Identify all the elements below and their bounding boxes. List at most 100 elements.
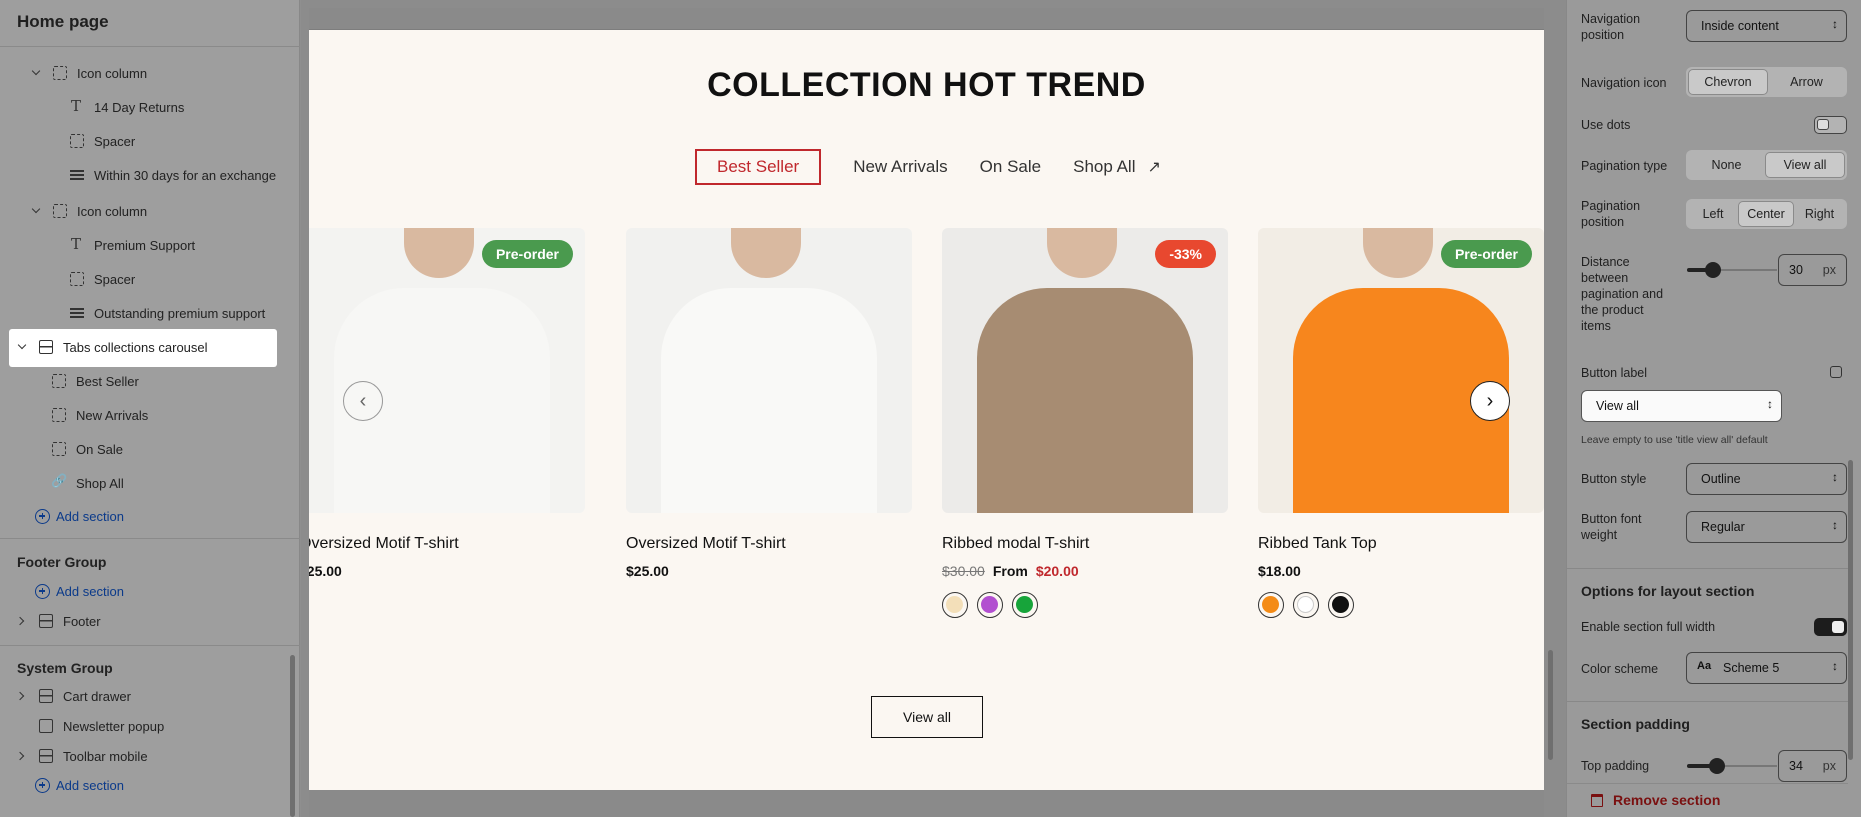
product-image[interactable] — [626, 228, 912, 513]
navigation-icon-segment: Chevron Arrow — [1686, 67, 1847, 97]
sidebar-item-spacer[interactable]: Spacer — [70, 269, 135, 289]
button-label-value: View all — [1596, 399, 1639, 413]
sidebar-item-best-seller[interactable]: Best Seller — [52, 371, 139, 391]
plus-circle-icon — [35, 583, 50, 599]
product-card[interactable]: Pre-order Ribbed Tank Top $18.00 — [1258, 228, 1544, 618]
sidebar-item-icon-column[interactable]: Icon column — [31, 63, 147, 83]
full-width-toggle[interactable] — [1814, 618, 1847, 636]
sidebar-item-label: Toolbar mobile — [63, 748, 148, 764]
settings-scrollbar[interactable] — [1848, 460, 1853, 760]
product-price: $18.00 — [1258, 563, 1544, 579]
add-section-button[interactable]: Add section — [35, 775, 124, 795]
pagination-type-none[interactable]: None — [1688, 152, 1765, 178]
text-icon — [70, 97, 84, 115]
color-swatch[interactable] — [942, 592, 968, 618]
model-shirt — [977, 288, 1193, 513]
product-name[interactable]: Oversized Motif T-shirt — [309, 535, 585, 553]
button-label-input[interactable]: View all — [1581, 390, 1782, 422]
distance-unit: px — [1822, 263, 1836, 277]
sidebar-item-14-day-returns[interactable]: 14 Day Returns — [70, 97, 184, 117]
sidebar-item-spacer[interactable]: Spacer — [70, 131, 135, 151]
use-dots-toggle[interactable] — [1814, 116, 1847, 134]
sidebar-item-cart-drawer[interactable]: Cart drawer — [17, 686, 131, 706]
block-icon — [53, 66, 67, 80]
pagination-position-left[interactable]: Left — [1688, 201, 1738, 227]
sidebar-item-premium-support[interactable]: Premium Support — [70, 235, 195, 255]
top-padding-input[interactable]: 34 px — [1778, 750, 1847, 782]
model-shirt — [661, 288, 877, 513]
color-swatch[interactable] — [977, 592, 1003, 618]
chevron-right-icon[interactable] — [17, 751, 27, 761]
slider-knob[interactable] — [1705, 262, 1721, 278]
navigation-icon-arrow[interactable]: Arrow — [1768, 69, 1845, 95]
product-image[interactable]: Pre-order — [1258, 228, 1544, 513]
slider-knob[interactable] — [1709, 758, 1725, 774]
color-swatch[interactable] — [1293, 592, 1319, 618]
sidebar-item-toolbar-mobile[interactable]: Toolbar mobile — [17, 746, 148, 766]
tab-new-arrivals[interactable]: New Arrivals — [853, 149, 947, 185]
sidebar-item-shop-all[interactable]: Shop All — [51, 473, 124, 493]
sidebar-scrollbar[interactable] — [290, 655, 295, 817]
sidebar-item-outstanding-premium-support[interactable]: Outstanding premium support — [70, 303, 265, 323]
navigation-icon-chevron[interactable]: Chevron — [1688, 69, 1768, 95]
tab-shop-all[interactable]: Shop All — [1073, 149, 1135, 185]
button-font-weight-select[interactable]: Regular — [1686, 511, 1847, 543]
remove-section-button[interactable]: Remove section — [1591, 792, 1720, 808]
section-icon — [39, 340, 53, 354]
product-image[interactable]: -33% — [942, 228, 1228, 513]
color-swatch[interactable] — [1328, 592, 1354, 618]
sidebar-item-tabs-collections-carousel[interactable]: Tabs collections carousel — [17, 337, 208, 357]
sidebar-item-icon-column[interactable]: Icon column — [31, 201, 147, 221]
tab-on-sale[interactable]: On Sale — [980, 149, 1041, 185]
block-icon — [52, 408, 66, 422]
pagination-position-right[interactable]: Right — [1794, 201, 1845, 227]
arrow-up-right-icon[interactable]: ↗ — [1148, 157, 1161, 177]
chevron-down-icon[interactable] — [31, 206, 41, 216]
product-name[interactable]: Ribbed modal T-shirt — [942, 535, 1228, 553]
page-title: Home page — [17, 12, 109, 31]
divider — [1567, 783, 1848, 784]
settings-panel: Navigation position Inside content Navig… — [1566, 0, 1861, 817]
pagination-position-center[interactable]: Center — [1738, 201, 1794, 227]
product-card[interactable]: -33% Ribbed modal T-shirt $30.00 From $20.00 — [942, 228, 1228, 618]
trash-icon — [1591, 793, 1603, 807]
product-image[interactable]: Pre-order — [309, 228, 585, 513]
preview-scrollbar[interactable] — [1548, 650, 1553, 760]
carousel-next-button[interactable]: › — [1470, 381, 1510, 421]
add-section-button[interactable]: Add section — [35, 506, 124, 526]
button-style-select[interactable]: Outline — [1686, 463, 1847, 495]
tab-best-seller[interactable]: Best Seller — [695, 149, 822, 185]
chevron-down-icon[interactable] — [31, 68, 41, 78]
sidebar-item-on-sale[interactable]: On Sale — [52, 439, 123, 459]
chevron-left-icon: ‹ — [359, 389, 367, 412]
view-all-button[interactable]: View all — [871, 696, 983, 738]
pagination-type-view-all[interactable]: View all — [1765, 152, 1845, 178]
use-dots-label: Use dots — [1581, 118, 1631, 132]
chevron-down-icon[interactable] — [17, 342, 27, 352]
top-padding-slider[interactable] — [1687, 758, 1777, 774]
color-scheme-select[interactable]: Aa Scheme 5 — [1686, 652, 1847, 684]
product-name[interactable]: Ribbed Tank Top — [1258, 535, 1544, 553]
sidebar-item-newsletter-popup[interactable]: Newsletter popup — [39, 716, 164, 736]
product-badge: Pre-order — [1440, 240, 1532, 268]
sidebar-item-footer[interactable]: Footer — [17, 611, 101, 631]
pagination-type-segment: None View all — [1686, 150, 1847, 180]
add-section-button[interactable]: Add section — [35, 581, 124, 601]
sidebar-item-within-30-days-for-an-exchange[interactable]: Within 30 days for an exchange — [70, 165, 276, 185]
database-icon[interactable] — [1830, 366, 1842, 378]
divider — [1567, 701, 1848, 702]
product-card[interactable]: Oversized Motif T-shirt $25.00 — [626, 228, 912, 579]
color-swatch[interactable] — [1258, 592, 1284, 618]
product-name[interactable]: Oversized Motif T-shirt — [626, 535, 912, 553]
chevron-right-icon: › — [1486, 389, 1494, 412]
carousel-prev-button[interactable]: ‹ — [343, 381, 383, 421]
sidebar-item-new-arrivals[interactable]: New Arrivals — [52, 405, 148, 425]
chevron-right-icon[interactable] — [17, 616, 27, 626]
chevron-right-icon[interactable] — [17, 691, 27, 701]
top-padding-unit: px — [1822, 759, 1836, 773]
distance-slider[interactable] — [1687, 262, 1777, 278]
distance-input[interactable]: 30 px — [1778, 254, 1847, 286]
navigation-position-select[interactable]: Inside content — [1686, 10, 1847, 42]
button-font-weight-label: Button font weight — [1581, 512, 1642, 542]
color-swatch[interactable] — [1012, 592, 1038, 618]
